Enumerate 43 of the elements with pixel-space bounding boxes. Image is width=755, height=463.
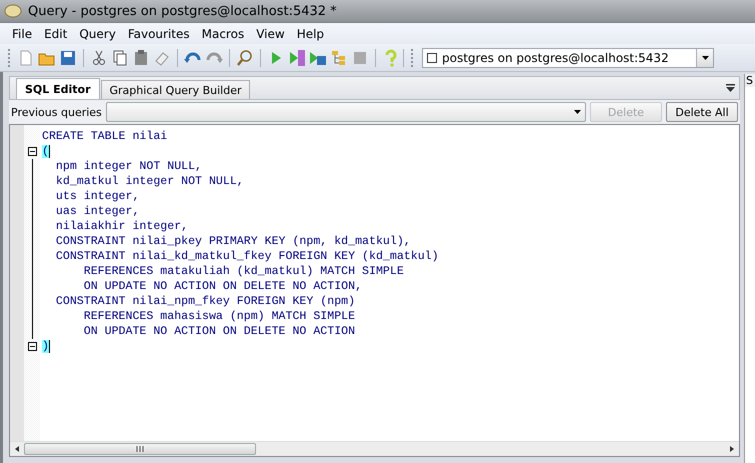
horizontal-scrollbar[interactable] <box>10 441 739 456</box>
code-line: uas integer, <box>54 204 140 219</box>
play-script-icon[interactable] <box>288 48 306 66</box>
menu-item[interactable]: Query <box>73 26 122 40</box>
code-line: REFERENCES matakuliah (kd_matkul) MATCH SIMPLE <box>82 264 405 279</box>
save-icon[interactable] <box>59 48 77 66</box>
tab[interactable]: Graphical Query Builder <box>100 80 250 99</box>
dropdown-arrow-icon[interactable] <box>574 110 581 114</box>
code-line: CONSTRAINT nilai_npm_fkey FOREIGN KEY (npm) <box>54 294 356 309</box>
scissors-icon[interactable] <box>90 48 108 66</box>
connection-select[interactable]: postgres on postgres@localhost:5432 <box>422 48 714 68</box>
tree-diagram-icon[interactable] <box>330 48 348 66</box>
menu-item[interactable]: Macros <box>196 26 250 40</box>
fold-toggle-icon[interactable] <box>28 342 36 351</box>
code-line: nilaiakhir integer, <box>54 219 190 234</box>
sql-editor[interactable] <box>9 124 740 457</box>
code-line: CONSTRAINT nilai_pkey PRIMARY KEY (npm, kd_matkul), <box>54 234 412 249</box>
copy-icon[interactable] <box>111 48 129 66</box>
scroll-thumb[interactable] <box>24 443 256 455</box>
window-title: Query - postgres on postgres@localhost:5432 * <box>28 4 337 18</box>
menu-item[interactable]: Favourites <box>122 26 196 40</box>
delete-button[interactable]: Delete All <box>666 102 738 122</box>
code-line: REFERENCES mahasiswa (npm) MATCH SIMPLE <box>82 309 356 324</box>
code-line: CONSTRAINT nilai_kd_matkul_fkey FOREIGN KEY (kd_matkul) <box>54 249 440 264</box>
side-panel-title: S <box>745 74 755 87</box>
previous-queries-label: Previous queries <box>11 106 102 118</box>
code-line: CREATE TABLE nilai <box>42 129 168 144</box>
code-line: ON UPDATE NO ACTION ON DELETE NO ACTION <box>82 324 356 339</box>
menu-item[interactable]: File <box>6 26 38 40</box>
fold-toggle-icon[interactable] <box>28 147 36 156</box>
tab-list-menu-icon[interactable] <box>726 84 735 92</box>
dropdown-arrow-icon[interactable] <box>702 56 708 60</box>
menu-item[interactable]: View <box>250 26 291 40</box>
menu-item[interactable]: Help <box>290 26 330 40</box>
tab[interactable]: SQL Editor <box>16 78 100 99</box>
code-line: ON UPDATE NO ACTION ON DELETE NO ACTION, <box>82 279 364 294</box>
code-line: uts integer, <box>54 189 140 204</box>
search-icon[interactable] <box>236 48 254 66</box>
code-line: kd_matkul integer NOT NULL, <box>54 174 245 189</box>
paste-icon[interactable] <box>132 48 150 66</box>
checkbox[interactable] <box>427 52 437 62</box>
menu-item[interactable]: Edit <box>38 26 74 40</box>
code-line: npm integer NOT NULL, <box>54 159 204 174</box>
